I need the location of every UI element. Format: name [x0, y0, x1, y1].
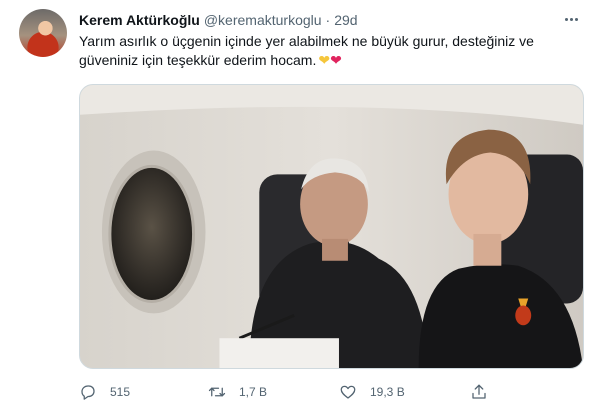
- tweet-body: Yarım asırlık o üçgenin içinde yer alabi…: [79, 33, 534, 68]
- yellow-heart-emoji: ❤: [318, 52, 331, 68]
- tweet: Kerem Aktürkoğlu @keremakturkoglu · 29d …: [0, 0, 599, 408]
- share-icon: [472, 384, 486, 399]
- retweet-button[interactable]: 1,7 B: [208, 381, 267, 403]
- tweet-photo[interactable]: [79, 84, 584, 369]
- display-name[interactable]: Kerem Aktürkoğlu: [79, 12, 200, 28]
- share-button[interactable]: [470, 381, 488, 403]
- like-icon: [340, 385, 356, 399]
- action-bar: 515 1,7 B 19,3 B: [79, 381, 584, 403]
- reply-count: 515: [110, 385, 131, 399]
- like-count: 19,3 B: [370, 385, 405, 399]
- like-button[interactable]: 19,3 B: [339, 381, 405, 403]
- tweet-text: Yarım asırlık o üçgenin içinde yer alabi…: [79, 32, 579, 70]
- retweet-count: 1,7 B: [239, 385, 268, 399]
- separator-dot: ·: [325, 12, 331, 28]
- red-heart-emoji: ❤: [330, 52, 342, 68]
- retweet-icon: [208, 387, 226, 397]
- avatar[interactable]: [19, 9, 67, 57]
- timestamp[interactable]: 29d: [334, 12, 357, 28]
- photo-airplane-cabin: [80, 85, 583, 368]
- more-icon[interactable]: [561, 10, 581, 28]
- reply-button[interactable]: 515: [79, 381, 130, 403]
- tweet-header: Kerem Aktürkoğlu @keremakturkoglu · 29d: [79, 11, 358, 29]
- handle[interactable]: @keremakturkoglu: [204, 12, 322, 28]
- reply-icon: [81, 385, 95, 400]
